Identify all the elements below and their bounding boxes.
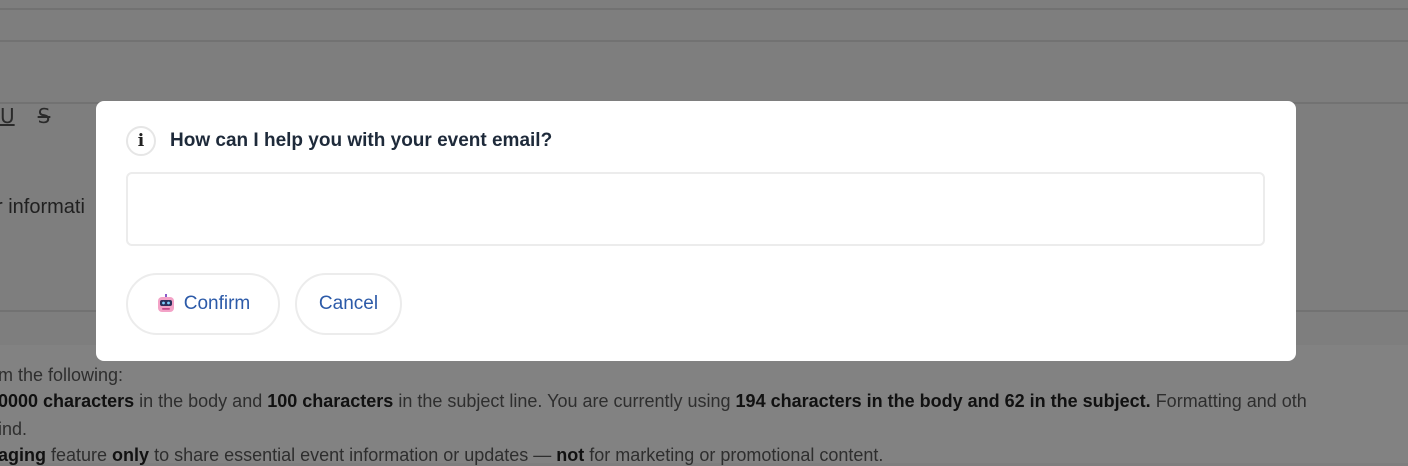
footer-notes: m the following: 0000 characters in the … [0,345,1408,465]
confirm-label: Confirm [183,293,251,314]
footer-emphasis: not [556,445,585,465]
footer-text: feature [46,445,113,465]
dialog-header: i How can I help you with your event ema… [126,125,552,157]
footer-line-2: 0000 characters in the body and 100 char… [0,391,1307,412]
info-icon: i [126,126,156,156]
subject-bar-divider [0,40,1408,42]
confirm-button[interactable]: Confirm [126,273,280,335]
footer-limit-subject: 100 characters [267,391,394,411]
footer-limit-body: 0000 characters [0,391,135,411]
footer-emphasis: aging [0,445,46,465]
editor-body-text: r informati [0,196,85,218]
footer-text: for marketing or promotional content. [584,445,884,465]
editor-toolbar: U S ☰ ☰ ☰ 🔗 ▣ A A T [0,44,1408,128]
robot-icon [157,294,174,312]
footer-emphasis: only [112,445,150,465]
footer-text: in the subject line. You are currently u… [393,391,736,411]
dialog-title: How can I help you with your event email… [170,130,553,151]
ai-assistant-dialog: i How can I help you with your event ema… [96,101,1296,361]
strikethrough-icon[interactable]: S [32,102,56,130]
cancel-button[interactable]: Cancel [295,273,402,335]
footer-line-1: m the following: [0,365,124,385]
footer-text: in the body and [134,391,268,411]
footer-text: to share essential event information or … [149,445,557,465]
footer-usage: 194 characters in the body and 62 in the… [735,391,1151,411]
underline-icon[interactable]: U [0,102,15,130]
footer-line-3: ind. [0,419,28,439]
cancel-label: Cancel [318,293,379,314]
top-bar-divider [0,8,1408,10]
prompt-input[interactable] [126,172,1265,246]
footer-text: Formatting and oth [1150,391,1307,411]
